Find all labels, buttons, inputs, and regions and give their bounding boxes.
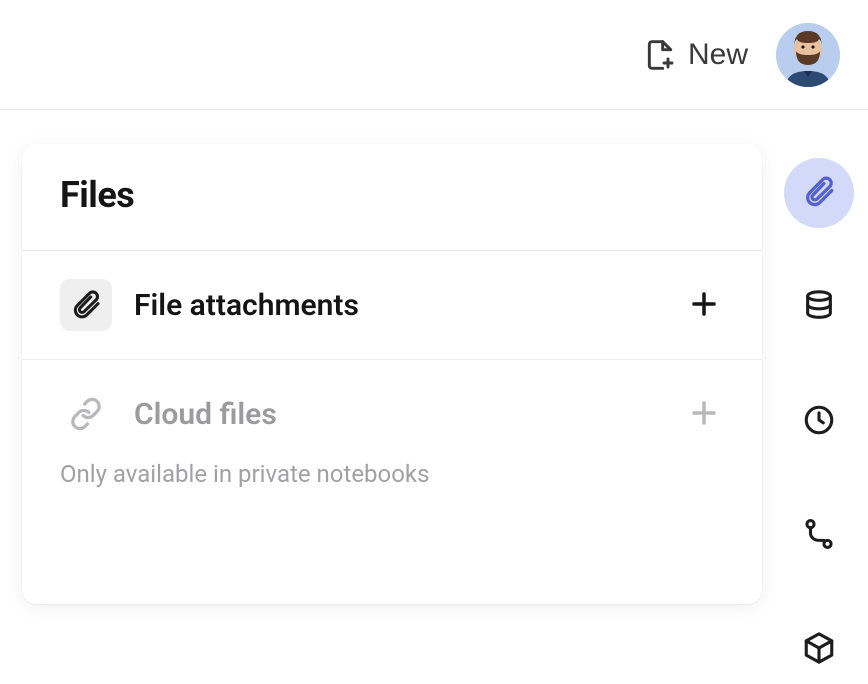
paperclip-icon <box>60 279 112 331</box>
section-title: File attachments <box>134 288 662 323</box>
rail-git-button[interactable] <box>784 500 854 570</box>
top-header: New <box>0 0 868 110</box>
add-file-attachment-button[interactable] <box>684 285 724 325</box>
section-note: Only available in private notebooks <box>60 460 724 488</box>
paperclip-icon <box>802 175 836 212</box>
rail-attachments-button[interactable] <box>784 158 854 228</box>
database-icon <box>802 289 836 326</box>
git-branch-icon <box>802 517 836 554</box>
section-title: Cloud files <box>134 397 662 432</box>
files-panel: Files File attachments <box>22 144 762 604</box>
package-icon <box>802 631 836 668</box>
rail-packages-button[interactable] <box>784 614 854 684</box>
clock-icon <box>802 403 836 440</box>
plus-icon <box>689 289 719 322</box>
rail-history-button[interactable] <box>784 386 854 456</box>
rail-database-button[interactable] <box>784 272 854 342</box>
section-file-attachments: File attachments <box>22 250 762 359</box>
right-rail <box>784 158 854 684</box>
add-cloud-file-button <box>684 394 724 434</box>
main-area: Files File attachments <box>0 110 868 604</box>
new-button-label: New <box>688 38 748 72</box>
panel-title: Files <box>60 174 724 216</box>
new-file-icon <box>644 39 676 71</box>
section-cloud-files: Cloud files Only available in private no… <box>22 359 762 516</box>
files-panel-header: Files <box>22 144 762 250</box>
plus-icon <box>689 398 719 431</box>
new-button[interactable]: New <box>644 38 748 72</box>
user-avatar[interactable] <box>776 23 840 87</box>
link-icon <box>60 388 112 440</box>
